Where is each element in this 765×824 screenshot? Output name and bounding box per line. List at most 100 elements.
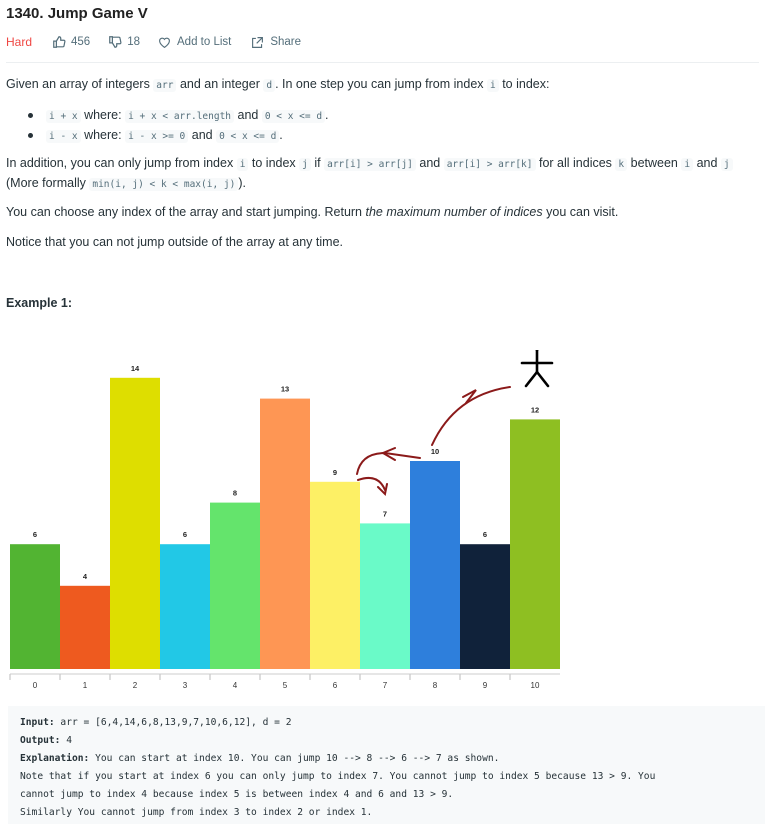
text: to index (248, 156, 300, 170)
chart-bar (360, 523, 410, 669)
difficulty-badge: Hard (6, 35, 33, 49)
x-tick-label: 7 (383, 681, 388, 690)
dislike-button[interactable]: 18 (108, 35, 140, 49)
text: . In one step you can jump from index (275, 77, 487, 91)
problem-meta: Hard 456 18 Add to List Share (6, 33, 321, 51)
text: You can choose any index of the array an… (6, 205, 366, 219)
inline-code: j (720, 158, 733, 171)
add-to-list-button[interactable]: Add to List (158, 36, 231, 49)
inline-code: i (236, 158, 249, 171)
description-paragraph-4: Notice that you can not jump outside of … (6, 235, 343, 249)
input-line: Input: arr = [6,4,14,6,8,13,9,7,10,6,12]… (20, 714, 753, 732)
bars-layer: 6 0 4 1 14 2 6 3 8 4 13 5 9 6 7 7 10 8 6 9 12 10 (9, 364, 560, 690)
bar-value-label: 6 (33, 530, 37, 539)
text: for all indices (535, 156, 616, 170)
stick-figure-icon (520, 350, 554, 388)
inline-code: k (615, 158, 628, 171)
text: and an integer (176, 77, 264, 91)
bar-value-label: 6 (483, 530, 487, 539)
inline-code: min(i, j) < k < max(i, j) (89, 178, 239, 191)
emphasis-text: the maximum number of indices (365, 205, 543, 219)
output-line: Output: 4 (20, 732, 753, 750)
inline-code: 0 < x <= d (261, 110, 326, 123)
inline-code: j (299, 158, 311, 171)
inline-code: i (681, 158, 694, 171)
share-button[interactable]: Share (251, 36, 301, 49)
example-title: Example 1: (6, 296, 73, 310)
x-tick-label: 6 (333, 681, 338, 690)
chart-bar (310, 481, 360, 669)
x-tick-label: 5 (283, 681, 288, 690)
text: if (310, 156, 325, 170)
inline-code: i + x (46, 110, 81, 123)
heart-icon (159, 37, 170, 48)
bar-value-label: 10 (431, 447, 439, 456)
inline-code: i + x < arr.length (125, 110, 235, 123)
header-divider (6, 62, 759, 63)
inline-code: arr[i] > arr[j] (324, 158, 416, 171)
x-tick-label: 2 (133, 681, 138, 690)
output-value: 4 (60, 735, 72, 746)
share-icon (252, 36, 264, 48)
chart-bar (160, 544, 210, 669)
text: and (234, 108, 262, 122)
text: and (415, 156, 444, 170)
list-item: i + x where: i + x < arr.length and 0 < … (26, 106, 329, 126)
chart-bar (10, 544, 60, 669)
constraints-list: i + x where: i + x < arr.length and 0 < … (26, 106, 329, 146)
like-count: 456 (71, 36, 91, 48)
text: and (188, 128, 217, 142)
text: ). (238, 176, 246, 190)
like-button[interactable]: 456 (52, 35, 90, 49)
x-tick-label: 10 (531, 681, 540, 690)
list-item: i - x where: i - x >= 0 and 0 < x <= d. (26, 126, 329, 146)
explanation-label: Explanation: (20, 753, 90, 764)
explanation-line: Similarly You cannot jump from index 3 t… (20, 807, 373, 818)
chart-bar (410, 461, 460, 669)
x-tick-label: 1 (83, 681, 88, 690)
bar-value-label: 6 (183, 530, 187, 539)
inline-code: i (487, 79, 499, 92)
explanation-line: Note that if you start at index 6 you ca… (20, 771, 656, 782)
thumbs-down-icon (109, 36, 122, 48)
example-code-block: Input: arr = [6,4,14,6,8,13,9,7,10,6,12]… (8, 706, 765, 824)
input-label: Input: (20, 717, 55, 728)
inline-code: arr[i] > arr[k] (443, 158, 536, 171)
text: between (627, 156, 682, 170)
description-paragraph-3: You can choose any index of the array an… (6, 203, 757, 222)
description-paragraph-1: Given an array of integers arr and an in… (6, 75, 757, 95)
chart-bar (460, 544, 510, 669)
text: (More formally (6, 176, 90, 190)
inline-code: arr (153, 79, 177, 92)
text: you can visit. (542, 205, 619, 219)
text: In addition, you can only jump from inde… (6, 156, 237, 170)
chart-bar (210, 502, 260, 669)
x-tick-label: 0 (33, 681, 38, 690)
text: where: (80, 128, 126, 142)
chart-bar (110, 377, 160, 669)
bar-value-label: 14 (131, 364, 140, 373)
text: . (325, 108, 329, 122)
description-paragraph-2: In addition, you can only jump from inde… (6, 154, 757, 194)
x-tick-label: 8 (433, 681, 438, 690)
text: . (279, 128, 283, 142)
inline-code: d (263, 79, 276, 92)
output-label: Output: (20, 735, 61, 746)
explanation-line: Explanation: You can start at index 10. … (20, 750, 753, 768)
dislike-count: 18 (127, 36, 140, 48)
explanation-text: You can start at index 10. You can jump … (89, 753, 500, 764)
explanation-line: cannot jump to index 4 because index 5 i… (20, 789, 454, 800)
bar-value-label: 13 (281, 385, 289, 394)
example-chart: 6 0 4 1 14 2 6 3 8 4 13 5 9 6 7 7 10 8 6 9 12 10 (9, 350, 560, 690)
jump-arrow-6-to-7 (357, 477, 386, 491)
chart-bar (60, 585, 110, 669)
bar-value-label: 7 (383, 509, 387, 518)
inline-code: 0 < x <= d (216, 130, 280, 143)
chart-bar (510, 419, 560, 669)
inline-code: i - x (46, 130, 81, 143)
bar-value-label: 4 (83, 572, 88, 581)
x-tick-label: 9 (483, 681, 488, 690)
text: and (693, 156, 721, 170)
chart-bar (260, 398, 310, 669)
text: to index: (498, 77, 550, 91)
